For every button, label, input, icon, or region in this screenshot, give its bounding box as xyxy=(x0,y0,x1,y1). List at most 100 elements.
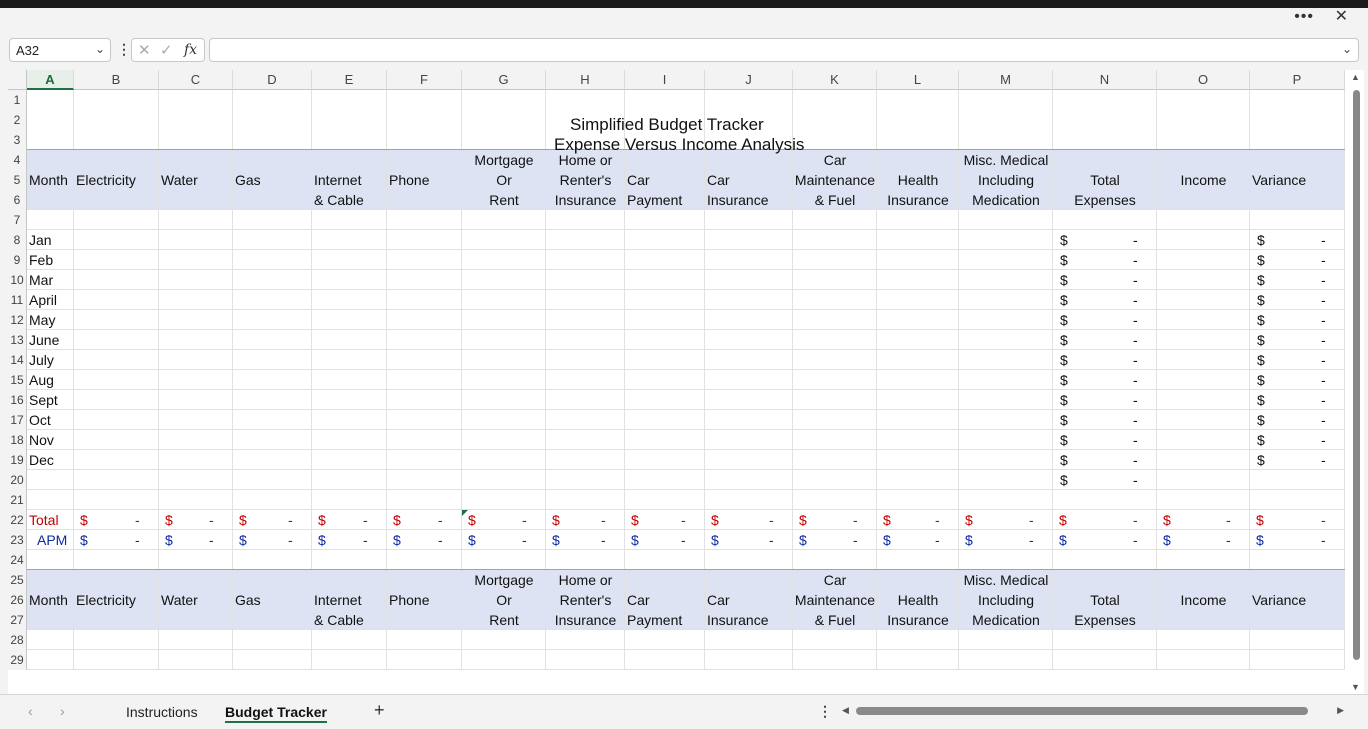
row-header-10[interactable]: 10 xyxy=(8,270,27,290)
horizontal-scroll-thumb[interactable] xyxy=(856,707,1308,715)
more-icon[interactable]: ••• xyxy=(1294,8,1314,26)
chevron-down-icon[interactable]: ⌄ xyxy=(95,42,105,56)
scroll-left-icon[interactable]: ◀ xyxy=(842,705,849,716)
row-header-29[interactable]: 29 xyxy=(8,650,27,670)
row-header-16[interactable]: 16 xyxy=(8,390,27,410)
row-header-12[interactable]: 12 xyxy=(8,310,27,330)
header-total: Total xyxy=(1090,172,1120,188)
tab-options-icon[interactable]: ⋮ xyxy=(818,703,832,720)
row-header-3[interactable]: 3 xyxy=(8,130,27,150)
column-header-n[interactable]: N xyxy=(1053,70,1157,90)
column-header-f[interactable]: F xyxy=(387,70,462,90)
currency-symbol: $ xyxy=(1257,352,1265,368)
row-header-17[interactable]: 17 xyxy=(8,410,27,430)
function-icon[interactable]: fx xyxy=(184,42,197,58)
bottom-header-misc-including: Including xyxy=(977,592,1035,608)
month-cell[interactable]: Mar xyxy=(29,270,53,290)
column-header-g[interactable]: G xyxy=(462,70,546,90)
column-gridline xyxy=(386,90,387,670)
month-cell[interactable]: Sept xyxy=(29,390,58,410)
plus-icon[interactable]: + xyxy=(374,700,385,721)
vertical-scroll-thumb[interactable] xyxy=(1353,90,1360,660)
row-header-13[interactable]: 13 xyxy=(8,330,27,350)
column-header-d[interactable]: D xyxy=(233,70,312,90)
row-header-25[interactable]: 25 xyxy=(8,570,27,590)
dash-value: - xyxy=(209,512,214,528)
month-cell[interactable]: May xyxy=(29,310,55,330)
horizontal-scrollbar[interactable]: ◀ ▶ xyxy=(842,701,1348,721)
dash-value: - xyxy=(769,512,774,528)
row-header-2[interactable]: 2 xyxy=(8,110,27,130)
row-header-1[interactable]: 1 xyxy=(8,90,27,110)
dash-value: - xyxy=(1133,512,1138,528)
spreadsheet-grid[interactable]: A B C D E F G H I J K L M N O P 1 2 3 4 5 6 7 8 9 10 11 12 13 14 15 16 1… xyxy=(8,70,1364,694)
vertical-scrollbar[interactable]: ▲ ▼ xyxy=(1350,72,1362,692)
row-header-22[interactable]: 22 xyxy=(8,510,27,530)
column-header-b[interactable]: B xyxy=(74,70,159,90)
row-header-14[interactable]: 14 xyxy=(8,350,27,370)
row-header-24[interactable]: 24 xyxy=(8,550,27,570)
column-header-p[interactable]: P xyxy=(1250,70,1345,90)
tab-instructions[interactable]: Instructions xyxy=(126,704,198,720)
chevron-left-icon[interactable]: ‹ xyxy=(28,703,33,719)
chevron-right-icon[interactable]: › xyxy=(60,703,65,719)
column-header-e[interactable]: E xyxy=(312,70,387,90)
row-header-20[interactable]: 20 xyxy=(8,470,27,490)
row-header-23[interactable]: 23 xyxy=(8,530,27,550)
row-header-6[interactable]: 6 xyxy=(8,190,27,210)
column-header-l[interactable]: L xyxy=(877,70,959,90)
formula-input[interactable]: ⌄ xyxy=(209,38,1359,62)
scroll-down-icon[interactable]: ▼ xyxy=(1351,682,1360,692)
dash-value: - xyxy=(1133,252,1138,268)
check-icon[interactable]: ✓ xyxy=(160,41,173,59)
column-header-i[interactable]: I xyxy=(625,70,705,90)
total-label[interactable]: Total xyxy=(29,510,59,530)
dash-value: - xyxy=(1133,472,1138,488)
column-header-m[interactable]: M xyxy=(959,70,1053,90)
row-header-18[interactable]: 18 xyxy=(8,430,27,450)
column-header-j[interactable]: J xyxy=(705,70,793,90)
month-cell[interactable]: Nov xyxy=(29,430,54,450)
row-header-7[interactable]: 7 xyxy=(8,210,27,230)
apm-label[interactable]: APM xyxy=(37,530,67,550)
tab-budget-tracker[interactable]: Budget Tracker xyxy=(225,704,327,723)
scroll-up-icon[interactable]: ▲ xyxy=(1351,72,1360,82)
row-header-15[interactable]: 15 xyxy=(8,370,27,390)
month-cell[interactable]: Jan xyxy=(29,230,52,250)
column-header-o[interactable]: O xyxy=(1157,70,1250,90)
close-icon[interactable]: ✕ xyxy=(1335,8,1348,26)
month-cell[interactable]: Feb xyxy=(29,250,53,270)
row-header-11[interactable]: 11 xyxy=(8,290,27,310)
row-header-27[interactable]: 27 xyxy=(8,610,27,630)
month-cell[interactable]: April xyxy=(29,290,57,310)
month-cell[interactable]: Oct xyxy=(29,410,51,430)
error-indicator[interactable] xyxy=(462,510,468,516)
row-header-28[interactable]: 28 xyxy=(8,630,27,650)
bottom-header-renters: Renter's xyxy=(559,592,612,608)
column-header-k[interactable]: K xyxy=(793,70,877,90)
row-header-9[interactable]: 9 xyxy=(8,250,27,270)
month-cell[interactable]: June xyxy=(29,330,59,350)
column-header-h[interactable]: H xyxy=(546,70,625,90)
column-header-c[interactable]: C xyxy=(159,70,233,90)
row-header-4[interactable]: 4 xyxy=(8,150,27,170)
name-box[interactable]: A32 ⌄ xyxy=(9,38,111,62)
month-cell[interactable]: Aug xyxy=(29,370,54,390)
select-all-corner[interactable] xyxy=(8,70,27,90)
currency-symbol: $ xyxy=(1257,252,1265,268)
month-cell[interactable]: July xyxy=(29,350,54,370)
dash-value: - xyxy=(1321,372,1326,388)
row-header-19[interactable]: 19 xyxy=(8,450,27,470)
expand-formula-icon[interactable]: ⌄ xyxy=(1342,42,1352,56)
row-header-5[interactable]: 5 xyxy=(8,170,27,190)
row-header-8[interactable]: 8 xyxy=(8,230,27,250)
kebab-icon[interactable]: ⋮ xyxy=(117,41,131,58)
column-header-a[interactable]: A xyxy=(27,70,74,90)
row-header-26[interactable]: 26 xyxy=(8,590,27,610)
month-cell[interactable]: Dec xyxy=(29,450,54,470)
scroll-right-icon[interactable]: ▶ xyxy=(1337,705,1344,716)
row-header-21[interactable]: 21 xyxy=(8,490,27,510)
dash-value: - xyxy=(438,512,443,528)
header-car-payment: Payment xyxy=(627,192,683,208)
cancel-icon[interactable]: ✕ xyxy=(138,41,151,59)
